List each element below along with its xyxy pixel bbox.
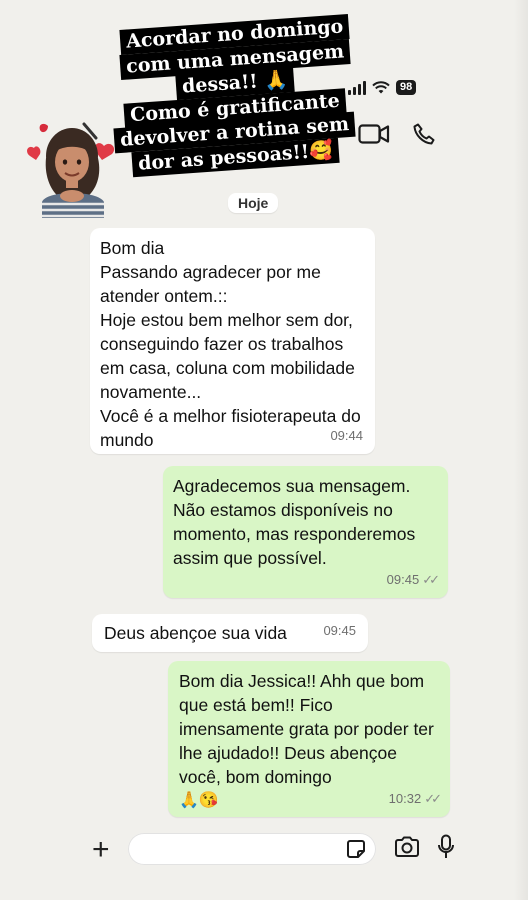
phone-call-icon[interactable] (412, 122, 436, 146)
sticker-icon[interactable] (345, 838, 367, 860)
heart-icon (27, 146, 41, 160)
frame-edge (514, 0, 528, 900)
microphone-icon[interactable] (437, 834, 455, 860)
incoming-message[interactable]: Bom dia Passando agradecer por me atende… (90, 228, 375, 454)
plus-icon[interactable]: + (92, 835, 110, 865)
heart-icon (39, 123, 48, 133)
message-text: Deus abençoe sua vida (104, 623, 287, 643)
camera-icon[interactable] (394, 836, 420, 858)
date-separator: Hoje (228, 193, 279, 213)
message-time: 10:32 ✓✓ (389, 787, 442, 811)
read-receipt-icon: ✓✓ (422, 572, 440, 587)
story-caption: Acordar no domingo com uma mensagem dess… (104, 14, 366, 177)
message-time: 09:45 ✓✓ (387, 568, 440, 592)
incoming-message[interactable]: Deus abençoe sua vida 09:45 (92, 614, 368, 652)
wifi-icon (372, 80, 390, 93)
outgoing-message[interactable]: Agradecemos sua mensagem. Não estamos di… (163, 466, 448, 598)
message-input[interactable] (128, 833, 376, 865)
message-text: Bom dia Jessica!! Ahh que bom que está b… (179, 671, 434, 787)
chat-header-actions (358, 122, 436, 146)
message-time: 09:44 (330, 428, 363, 443)
battery-indicator: 98 (396, 80, 417, 95)
message-time: 09:45 (323, 623, 356, 638)
read-receipt-icon: ✓✓ (424, 791, 442, 806)
outgoing-message[interactable]: Bom dia Jessica!! Ahh que bom que está b… (168, 661, 450, 817)
message-text: Agradecemos sua mensagem. Não estamos di… (173, 476, 416, 568)
message-text: Bom dia Passando agradecer por me atende… (100, 238, 361, 450)
